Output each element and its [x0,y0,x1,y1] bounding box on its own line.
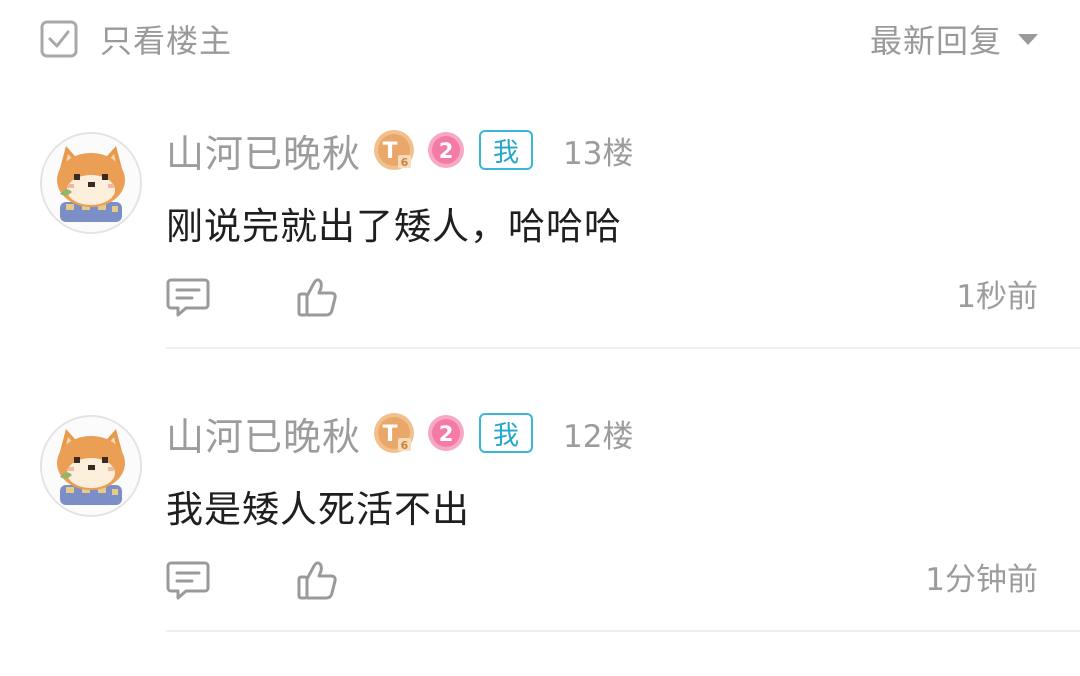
me-tag: 我 [479,130,534,170]
comment-time: 1秒前 [956,279,1038,315]
shiba-avatar-icon [42,134,140,232]
t-badge-letter: T [383,139,398,164]
t-badge-sub: 6 [401,156,409,169]
floor-number: 12楼 [563,418,634,455]
t-rank-badge-icon: T 6 [374,413,415,453]
divider [166,347,1080,349]
comment-time: 1分钟前 [925,562,1038,598]
thumbs-up-icon [297,278,337,317]
t-badge-sub: 6 [401,439,409,452]
shiba-avatar-icon [42,417,140,515]
like-button[interactable] [296,559,338,601]
comment-item: 山河已晚秋 T 6 2 我 12楼 我是矮人死活不出 1分钟前 [0,393,1080,676]
comment-content: 我是矮人死活不出 [166,488,470,531]
t-badge-letter: T [383,422,398,447]
like-button[interactable] [296,276,338,318]
sort-label: 最新回复 [869,22,1002,60]
filter-bar: 只看楼主 最新回复 [0,0,1080,80]
comment-meta: 山河已晚秋 T 6 2 我 12楼 [166,409,634,459]
thumbs-up-icon [297,561,337,600]
comment-meta: 山河已晚秋 T 6 2 我 13楼 [166,126,634,176]
level-badge-icon: 2 [428,132,465,168]
checkbox-icon[interactable] [40,20,78,58]
username[interactable]: 山河已晚秋 [166,406,361,461]
only-op-toggle[interactable]: 只看楼主 [40,18,232,60]
level-badge-icon: 2 [428,415,465,451]
comment-item: 山河已晚秋 T 6 2 我 13楼 刚说完就出了矮人，哈哈哈 1秒前 [0,110,1080,393]
reply-button[interactable] [166,276,210,318]
only-op-label: 只看楼主 [100,22,233,60]
level-number: 2 [439,422,454,446]
level-number: 2 [439,139,454,163]
avatar[interactable] [40,132,142,234]
divider [166,630,1080,632]
caret-down-icon [1018,33,1038,45]
comment-icon [166,561,210,600]
t-rank-badge-icon: T 6 [374,130,415,170]
reply-button[interactable] [166,559,210,601]
sort-dropdown[interactable]: 最新回复 [870,18,1038,60]
avatar[interactable] [40,415,142,517]
username[interactable]: 山河已晚秋 [166,123,361,178]
comment-icon [166,278,210,317]
floor-number: 13楼 [563,135,634,172]
me-tag: 我 [479,413,534,453]
comment-content: 刚说完就出了矮人，哈哈哈 [166,205,622,248]
